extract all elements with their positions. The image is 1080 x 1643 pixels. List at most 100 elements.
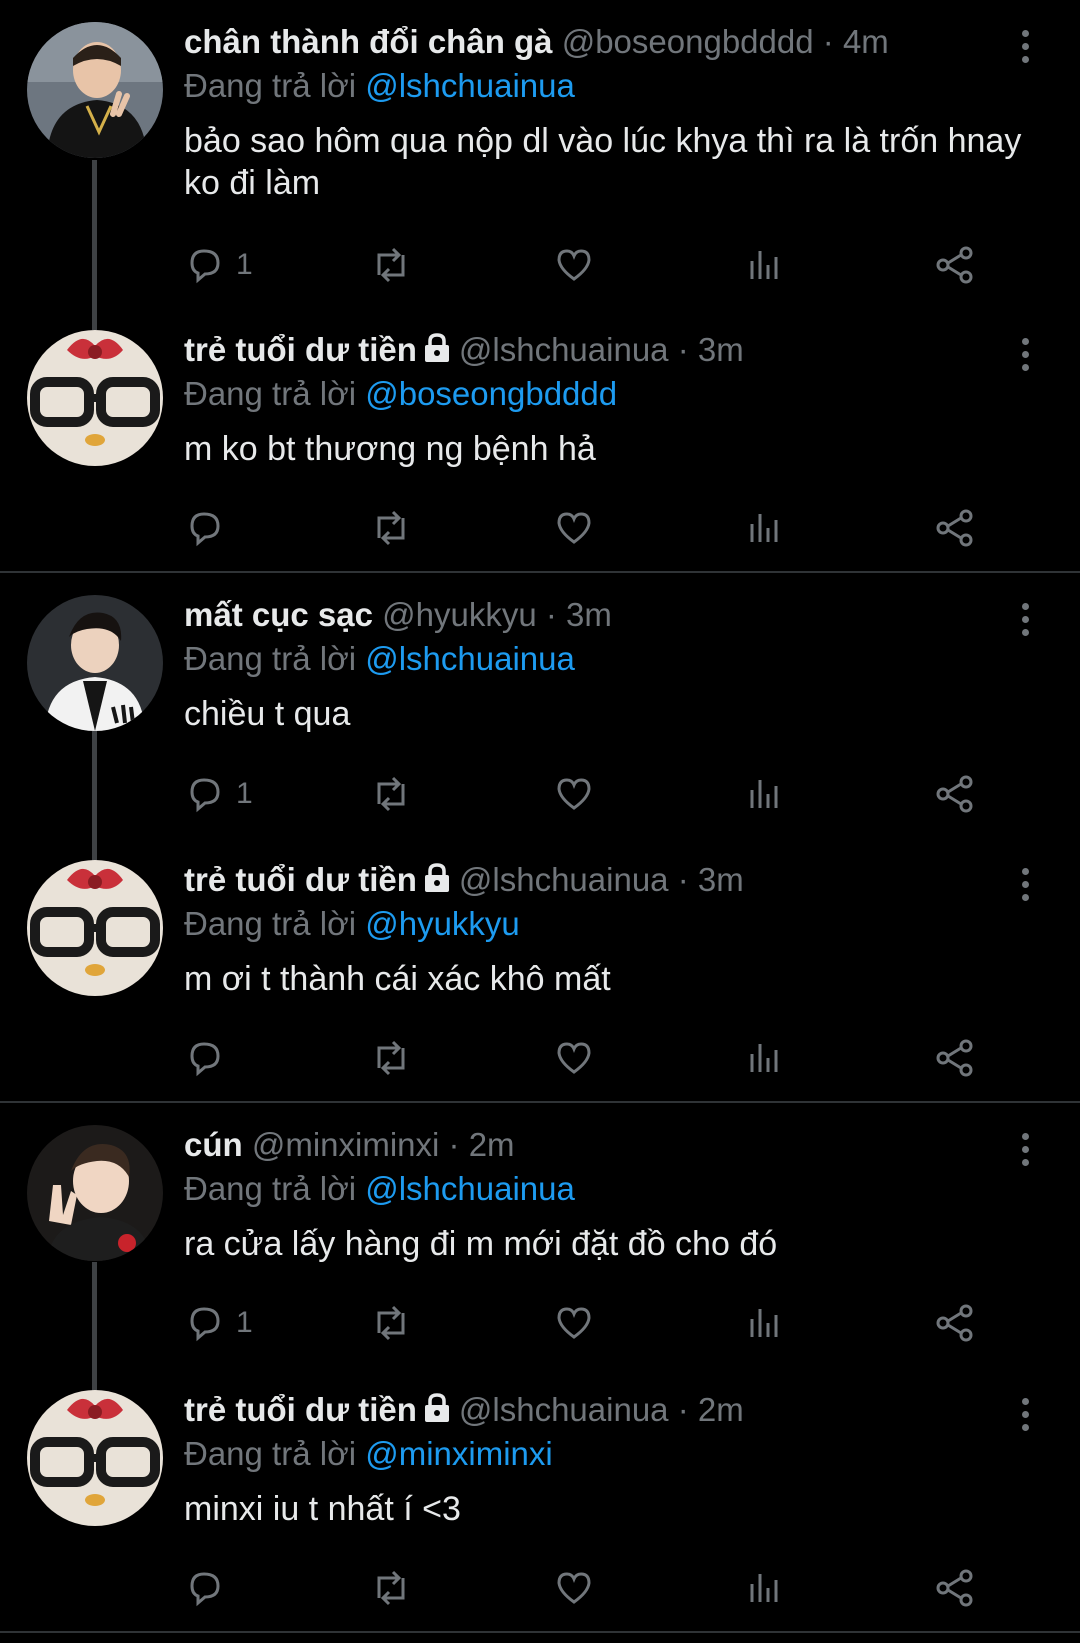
more-vertical-icon[interactable] — [1010, 26, 1040, 66]
avatar[interactable] — [27, 860, 163, 996]
reply-prefix: Đang trả lời — [184, 1435, 357, 1472]
share-button[interactable] — [934, 769, 976, 819]
views-button[interactable] — [744, 769, 784, 819]
reply-mention[interactable]: @hyukkyu — [365, 905, 520, 942]
avatar[interactable] — [27, 22, 163, 158]
reply-icon — [190, 1307, 220, 1342]
lock-icon — [424, 1393, 449, 1422]
views-chart-icon — [750, 251, 778, 279]
views-button[interactable] — [744, 1563, 784, 1613]
timestamp[interactable]: 3m — [698, 331, 744, 368]
share-button[interactable] — [934, 240, 976, 290]
like-button[interactable] — [554, 503, 594, 553]
username[interactable]: @hyukkyu — [382, 596, 537, 633]
reply-button[interactable]: 1 — [184, 1298, 253, 1348]
views-button[interactable] — [744, 1033, 784, 1083]
timestamp[interactable]: 3m — [698, 861, 744, 898]
like-button[interactable] — [554, 769, 594, 819]
reply-mention[interactable]: @lshchuainua — [365, 640, 575, 677]
views-chart-icon — [750, 780, 778, 808]
timestamp[interactable]: 2m — [469, 1126, 515, 1163]
heart-icon — [557, 249, 591, 281]
thread-connector — [92, 160, 97, 330]
retweet-icon — [377, 247, 405, 283]
views-button[interactable] — [744, 1298, 784, 1348]
reply-mention[interactable]: @boseongbdddd — [365, 375, 617, 412]
tweet-text: bảo sao hôm qua nộp dl vào lúc khya thì … — [184, 122, 1022, 202]
reply-count: 1 — [236, 248, 253, 281]
more-vertical-icon[interactable] — [1010, 864, 1040, 904]
reply-icon — [190, 512, 220, 547]
reply-icon — [190, 1572, 220, 1607]
share-icon — [936, 509, 973, 547]
avatar[interactable] — [27, 595, 163, 731]
display-name[interactable]: cún — [184, 1126, 243, 1163]
avatar[interactable] — [27, 330, 163, 466]
username[interactable]: @lshchuainua — [459, 331, 669, 368]
more-vertical-icon[interactable] — [1010, 1394, 1040, 1434]
retweet-button[interactable] — [369, 1033, 413, 1083]
display-name[interactable]: trẻ tuổi dư tiền — [184, 1391, 417, 1428]
tweet-actions — [184, 1033, 1024, 1083]
display-name[interactable]: trẻ tuổi dư tiền — [184, 861, 417, 898]
more-vertical-icon[interactable] — [1010, 599, 1040, 639]
reply-prefix: Đang trả lời — [184, 1170, 357, 1207]
share-button[interactable] — [934, 1298, 976, 1348]
reply-icon — [190, 1042, 220, 1077]
username[interactable]: @boseongbdddd — [562, 23, 814, 60]
username[interactable]: @lshchuainua — [459, 1391, 669, 1428]
retweet-button[interactable] — [369, 1298, 413, 1348]
like-button[interactable] — [554, 240, 594, 290]
separator-dot: · — [822, 23, 834, 60]
reply-button[interactable]: 1 — [184, 769, 253, 819]
tweet-text: chiều t qua — [184, 695, 351, 733]
reply-button[interactable] — [184, 503, 236, 553]
reply-icon — [190, 249, 220, 284]
views-button[interactable] — [744, 503, 784, 553]
separator-dot: · — [677, 331, 689, 368]
like-button[interactable] — [554, 1298, 594, 1348]
reply-mention[interactable]: @minximinxi — [365, 1435, 553, 1472]
reply-button[interactable]: 1 — [184, 240, 253, 290]
heart-icon — [557, 1042, 591, 1074]
reply-button[interactable] — [184, 1033, 236, 1083]
display-name[interactable]: trẻ tuổi dư tiền — [184, 331, 417, 368]
reply-mention[interactable]: @lshchuainua — [365, 1170, 575, 1207]
avatar[interactable] — [27, 1125, 163, 1261]
reply-mention[interactable]: @lshchuainua — [365, 67, 575, 104]
timestamp[interactable]: 2m — [698, 1391, 744, 1428]
share-icon — [936, 1304, 973, 1342]
share-button[interactable] — [934, 1563, 976, 1613]
retweet-button[interactable] — [369, 240, 413, 290]
tweet-actions: 1 — [184, 1298, 1024, 1348]
views-chart-icon — [750, 1574, 778, 1602]
username[interactable]: @lshchuainua — [459, 861, 669, 898]
share-button[interactable] — [934, 1033, 976, 1083]
like-button[interactable] — [554, 1033, 594, 1083]
thread-divider — [0, 571, 1080, 573]
timestamp[interactable]: 4m — [843, 23, 889, 60]
avatar[interactable] — [27, 1390, 163, 1526]
heart-icon — [557, 778, 591, 810]
retweet-button[interactable] — [369, 769, 413, 819]
display-name[interactable]: chân thành đổi chân gà — [184, 23, 553, 60]
thread-connector — [92, 712, 97, 862]
username[interactable]: @minximinxi — [252, 1126, 440, 1163]
share-icon — [936, 1039, 973, 1077]
heart-icon — [557, 1307, 591, 1339]
retweet-button[interactable] — [369, 1563, 413, 1613]
views-button[interactable] — [744, 240, 784, 290]
retweet-button[interactable] — [369, 503, 413, 553]
tweet-actions — [184, 1563, 1024, 1613]
like-button[interactable] — [554, 1563, 594, 1613]
share-button[interactable] — [934, 503, 976, 553]
tweet-actions — [184, 503, 1024, 553]
more-vertical-icon[interactable] — [1010, 334, 1040, 374]
timestamp[interactable]: 3m — [566, 596, 612, 633]
more-vertical-icon[interactable] — [1010, 1129, 1040, 1169]
display-name[interactable]: mất cục sạc — [184, 596, 373, 633]
reply-button[interactable] — [184, 1563, 236, 1613]
reply-prefix: Đang trả lời — [184, 67, 357, 104]
separator-dot: · — [448, 1126, 460, 1163]
heart-icon — [557, 1572, 591, 1604]
